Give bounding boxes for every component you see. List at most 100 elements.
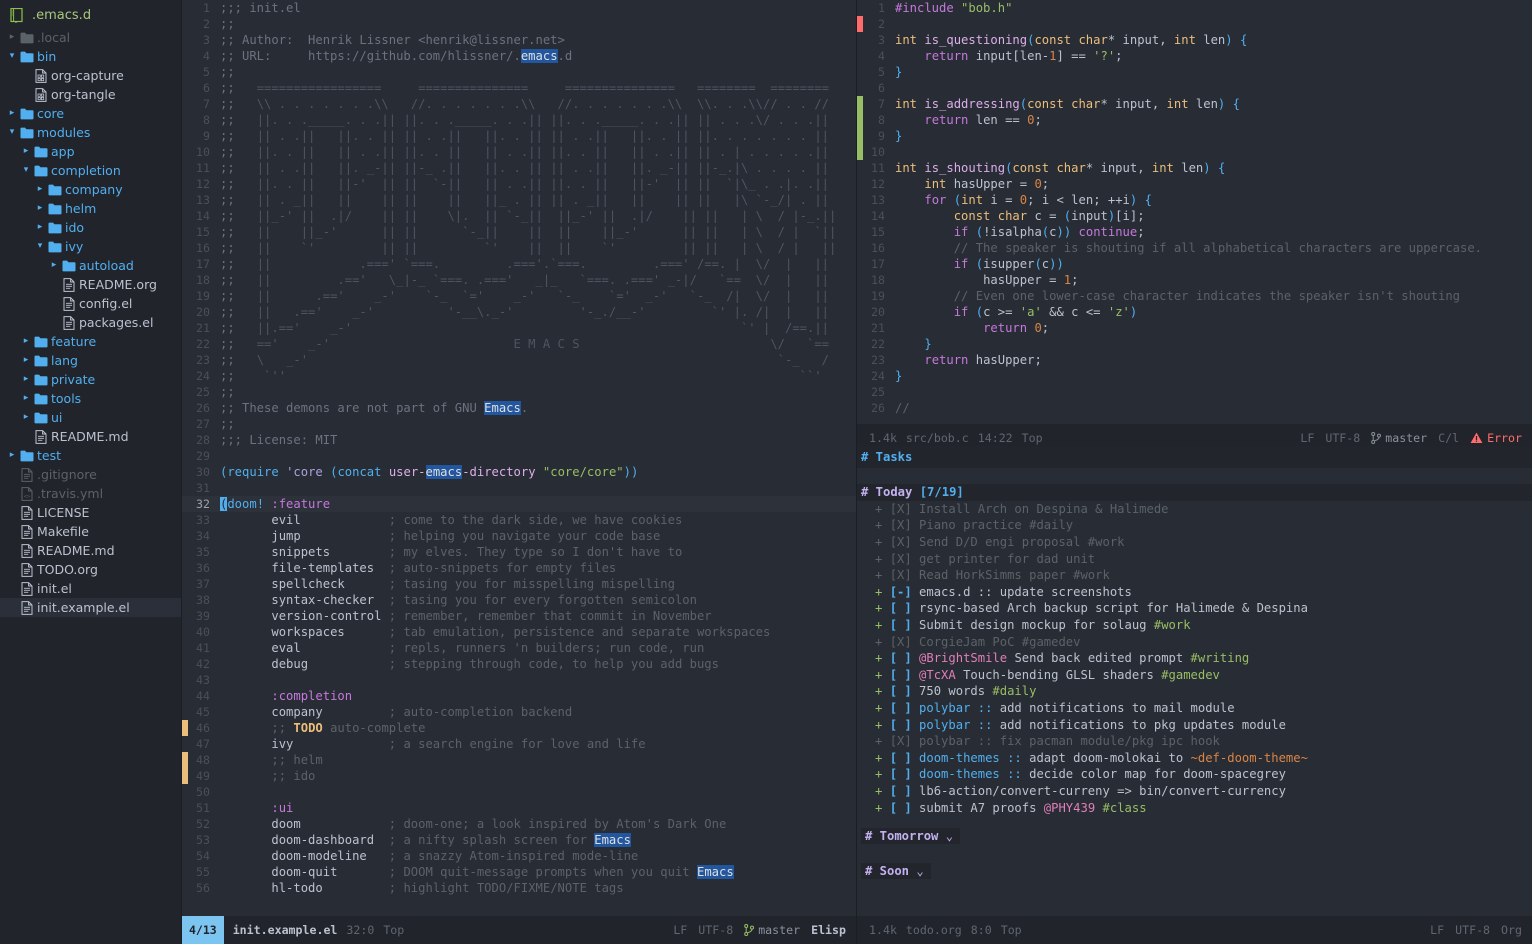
modeline-eol[interactable]: LF [1430, 923, 1444, 937]
task-checkbox[interactable]: [ ] [890, 701, 912, 715]
code-line[interactable]: 20 if (c >= 'a' && c <= 'z') [857, 304, 1532, 320]
tree-item-company[interactable]: ▸ company [0, 180, 181, 199]
code-line[interactable]: 52 doom ; doom-one; a look inspired by A… [182, 816, 856, 832]
task-checkbox[interactable]: [X] [890, 568, 912, 582]
code-line[interactable]: 51 :ui [182, 800, 856, 816]
code-line[interactable]: 19 // Even one lower-case character indi… [857, 288, 1532, 304]
tree-item-todo-org[interactable]: TODO.org [0, 560, 181, 579]
task-checkbox[interactable]: [ ] [890, 784, 912, 798]
chevron-right-icon[interactable]: ▸ [20, 408, 32, 427]
code-line[interactable]: 45 company ; auto-completion backend [182, 704, 856, 720]
task-item[interactable]: + [ ] doom-themes :: adapt doom-molokai … [857, 750, 1532, 767]
code-line[interactable]: 12;; ||. . || ||-' || || `-|| || . .|| |… [182, 176, 856, 192]
code-line[interactable]: 10 [857, 144, 1532, 160]
code-line[interactable]: 10;; ||. . || || . .|| ||. . || || . .||… [182, 144, 856, 160]
code-line[interactable]: 5} [857, 64, 1532, 80]
code-line[interactable]: 29 [182, 448, 856, 464]
code-line[interactable]: 14;; ||_-' || .|/ || || \|. || `-_|| ||_… [182, 208, 856, 224]
tree-item-ido[interactable]: ▸ ido [0, 218, 181, 237]
folded-heading-row[interactable]: # Soon ⌄ [857, 862, 1532, 879]
task-item[interactable]: + [X] Piano practice #daily [857, 517, 1532, 534]
code-line[interactable]: 13;; || . _|| || || || || ||_ . || || . … [182, 192, 856, 208]
code-line[interactable]: 13 for (int i = 0; i < len; ++i) { [857, 192, 1532, 208]
tree-item-helm[interactable]: ▸ helm [0, 199, 181, 218]
tree-item-init-el[interactable]: init.el [0, 579, 181, 598]
tasks-list-pane[interactable]: # Today [7/19] + [X] Install Arch on Des… [857, 470, 1532, 898]
code-line[interactable]: 15;; || ||_-' || || `-_|| || || ||_-' ||… [182, 224, 856, 240]
task-item[interactable]: + [X] Read HorkSimms paper #work [857, 567, 1532, 584]
chevron-down-icon[interactable]: ▾ [6, 123, 18, 142]
modeline-encoding[interactable]: UTF-8 [1325, 431, 1360, 445]
file-tree-sidebar[interactable]: .emacs.d ▸ .local▾ bin org-capture org-t… [0, 0, 182, 944]
code-line[interactable]: 44 :completion [182, 688, 856, 704]
modeline-major-mode[interactable]: C/l [1438, 431, 1459, 445]
chevron-down-icon[interactable]: ⌄ [909, 864, 924, 878]
tree-item-init-example-el[interactable]: init.example.el [0, 598, 181, 617]
code-line[interactable]: 17 if (isupper(c)) [857, 256, 1532, 272]
chevron-right-icon[interactable]: ▸ [20, 332, 32, 351]
task-item[interactable]: + [ ] 750 words #daily [857, 683, 1532, 700]
task-item[interactable]: + [X] get printer for dad unit [857, 550, 1532, 567]
modeline-encoding[interactable]: UTF-8 [1455, 923, 1490, 937]
tree-item-readme-md[interactable]: README.md [0, 427, 181, 446]
chevron-down-icon[interactable]: ▾ [34, 237, 46, 256]
code-line[interactable]: 11int is_shouting(const char* input, int… [857, 160, 1532, 176]
task-item[interactable]: + [ ] rsync-based Arch backup script for… [857, 600, 1532, 617]
task-checkbox[interactable]: [ ] [890, 718, 912, 732]
folded-heading-row[interactable]: # Tomorrow ⌄ [857, 828, 1532, 845]
code-line[interactable]: 38 syntax-checker ; tasing you for every… [182, 592, 856, 608]
tree-item-packages-el[interactable]: packages.el [0, 313, 181, 332]
chevron-right-icon[interactable]: ▸ [6, 28, 18, 47]
tree-item-ui[interactable]: ▸ ui [0, 408, 181, 427]
code-line[interactable]: 33 evil ; come to the dark side, we have… [182, 512, 856, 528]
chevron-down-icon[interactable]: ▾ [6, 47, 18, 66]
code-line[interactable]: 31 [182, 480, 856, 496]
chevron-right-icon[interactable]: ▸ [6, 104, 18, 123]
chevron-right-icon[interactable]: ▸ [20, 389, 32, 408]
code-line[interactable]: 25 [857, 384, 1532, 400]
code-line[interactable]: 2 [857, 16, 1532, 32]
code-line[interactable]: 53 doom-dashboard ; a nifty splash scree… [182, 832, 856, 848]
code-line[interactable]: 1#include "bob.h" [857, 0, 1532, 16]
folded-heading[interactable]: # Soon ⌄ [861, 863, 931, 879]
code-line[interactable]: 14 const char c = (input)[i]; [857, 208, 1532, 224]
chevron-right-icon[interactable]: ▸ [20, 351, 32, 370]
folded-heading[interactable]: # Tomorrow ⌄ [861, 828, 960, 844]
tree-item-gitignore[interactable]: .gitignore [0, 465, 181, 484]
code-line[interactable]: 55 doom-quit ; DOOM quit-message prompts… [182, 864, 856, 880]
code-line[interactable]: 16 // The speaker is shouting if all alp… [857, 240, 1532, 256]
tree-item-app[interactable]: ▸ app [0, 142, 181, 161]
task-checkbox[interactable]: [ ] [890, 801, 912, 815]
task-item[interactable]: + [ ] submit A7 proofs @PHY439 #class [857, 799, 1532, 816]
code-line[interactable]: 26// [857, 400, 1532, 416]
task-checkbox[interactable]: [X] [890, 502, 912, 516]
code-line[interactable]: 2;; [182, 16, 856, 32]
task-checkbox[interactable]: [ ] [890, 668, 912, 682]
code-line[interactable]: 5;; [182, 64, 856, 80]
task-checkbox[interactable]: [ ] [890, 651, 912, 665]
tree-item-bin[interactable]: ▾ bin [0, 47, 181, 66]
code-line[interactable]: 56 hl-todo ; highlight TODO/FIXME/NOTE t… [182, 880, 856, 896]
modeline-vcs[interactable]: master [744, 923, 800, 937]
code-line[interactable]: 6 [857, 80, 1532, 96]
right-column[interactable]: 1#include "bob.h"2 3int is_questioning(c… [856, 0, 1532, 944]
code-line[interactable]: 48 ;; helm [182, 752, 856, 768]
code-line[interactable]: 24;; `'' ``' [182, 368, 856, 384]
code-line[interactable]: 9;; || . .|| ||. . || || . .|| ||. . || … [182, 128, 856, 144]
modeline-major-mode[interactable]: Elisp [811, 923, 846, 937]
code-line[interactable]: 28;;; License: MIT [182, 432, 856, 448]
task-item[interactable]: + [ ] lb6-action/convert-curreny => bin/… [857, 783, 1532, 800]
elisp-source-code[interactable]: 1;;; init.el2;;3;; Author: Henrik Lissne… [182, 0, 856, 896]
task-item[interactable]: + [ ] Submit design mockup for solaug #w… [857, 617, 1532, 634]
code-line[interactable]: 46 ;; TODO auto-complete [182, 720, 856, 736]
modeline-major-mode[interactable]: Org [1501, 923, 1522, 937]
tree-item-local[interactable]: ▸ .local [0, 28, 181, 47]
chevron-right-icon[interactable]: ▸ [20, 142, 32, 161]
task-checkbox[interactable]: [ ] [890, 618, 912, 632]
code-line[interactable]: 18;; || .==' \_|-_ `===. .===' _|_ `===.… [182, 272, 856, 288]
task-checkbox[interactable]: [X] [890, 635, 912, 649]
task-item[interactable]: + [X] Send D/D engi proposal #work [857, 534, 1532, 551]
code-line[interactable]: 21;; ||.==' _-' `' | /==.|| [182, 320, 856, 336]
tree-item-ivy[interactable]: ▾ ivy [0, 237, 181, 256]
code-line[interactable]: 18 hasUpper = 1; [857, 272, 1532, 288]
